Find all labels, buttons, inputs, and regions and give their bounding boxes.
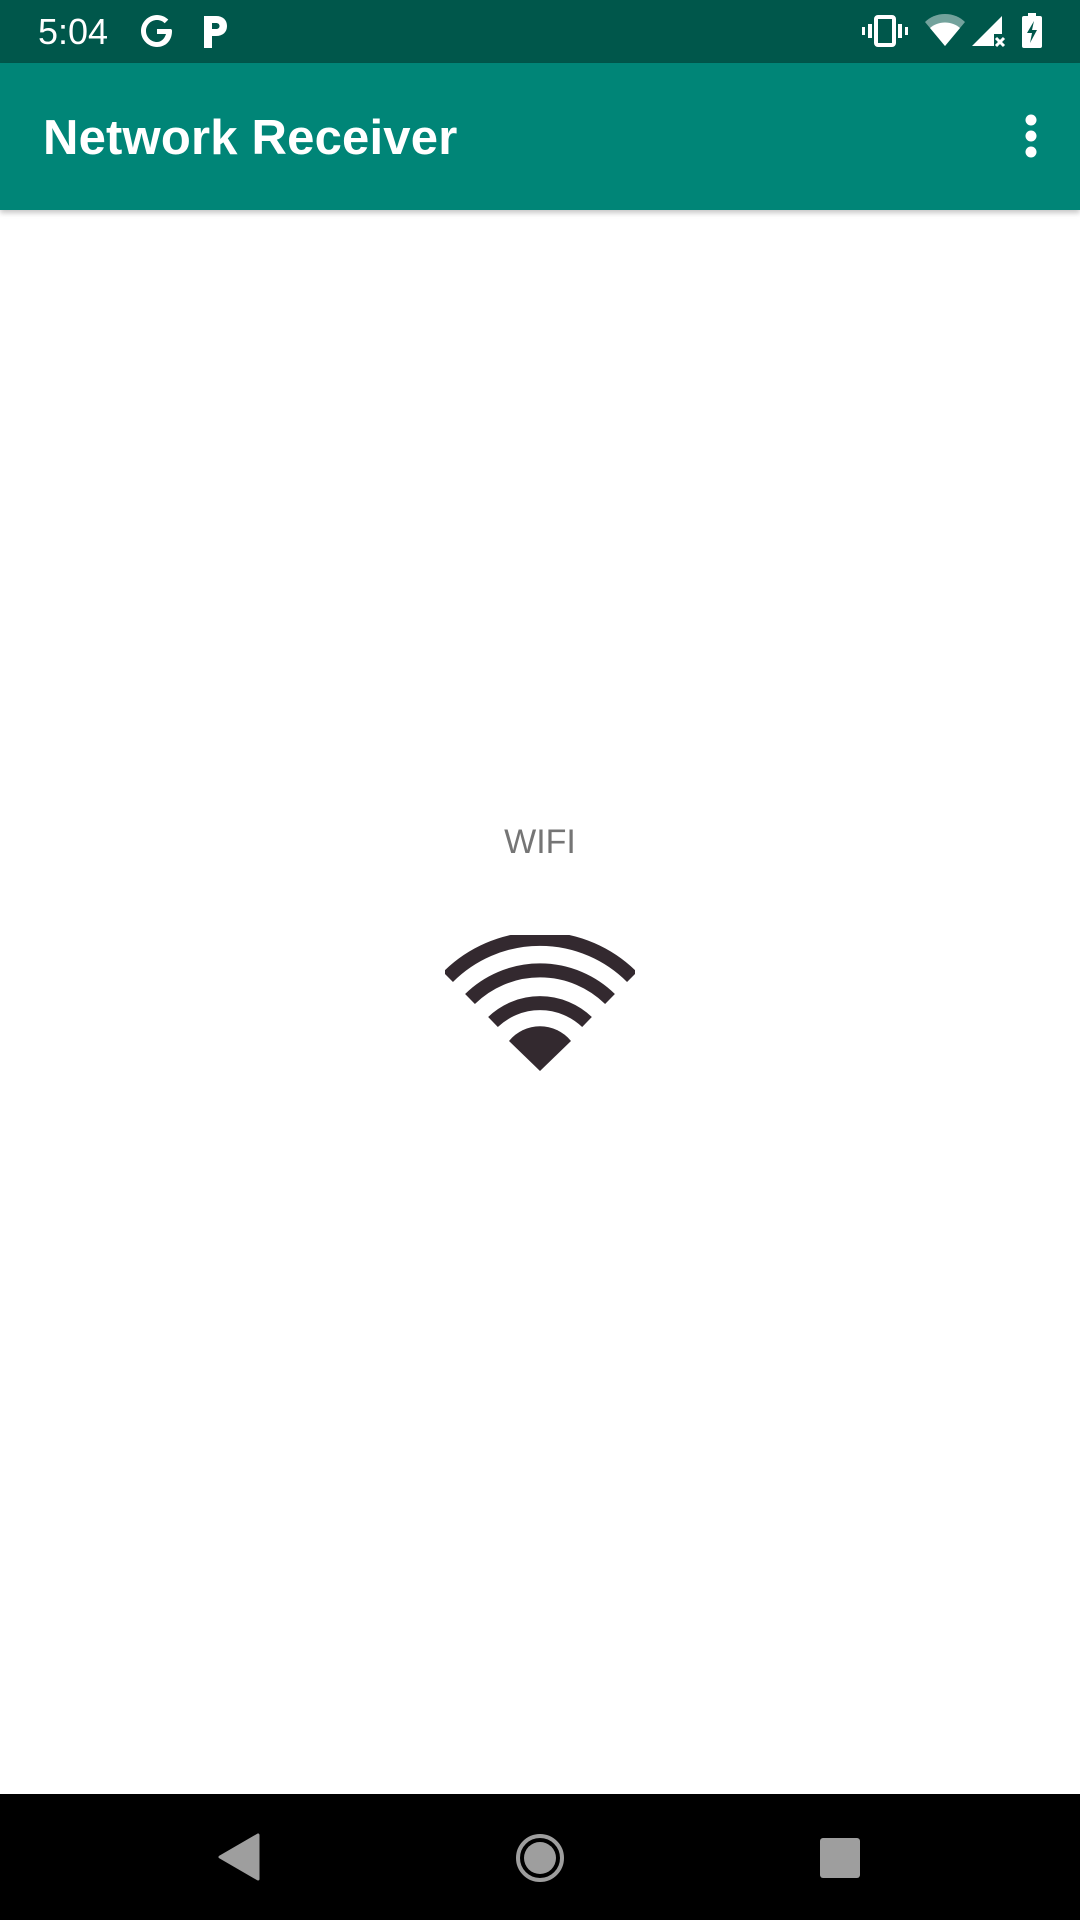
recents-icon	[820, 1838, 860, 1878]
home-button[interactable]	[500, 1818, 580, 1898]
vibrate-icon	[862, 12, 908, 55]
app-bar: Network Receiver	[0, 63, 1080, 210]
status-bar: 5:04	[0, 0, 1080, 63]
wifi-signal-icon	[924, 12, 966, 53]
recents-button[interactable]	[800, 1818, 880, 1898]
more-vert-icon	[1025, 114, 1037, 158]
network-type-label: WIFI	[504, 823, 576, 861]
google-icon	[138, 12, 176, 55]
cell-signal-icon	[970, 12, 1006, 55]
home-icon	[516, 1834, 564, 1882]
app-title: Network Receiver	[43, 111, 458, 165]
status-time: 5:04	[38, 11, 109, 52]
main-content: WIFI	[0, 210, 1080, 1794]
wifi-icon	[445, 935, 635, 1071]
navigation-bar	[0, 1794, 1080, 1920]
parking-icon	[200, 12, 230, 55]
overflow-menu-button[interactable]	[996, 101, 1066, 171]
back-icon	[218, 1833, 260, 1881]
battery-charging-icon	[1020, 12, 1044, 55]
back-button[interactable]	[200, 1822, 280, 1892]
